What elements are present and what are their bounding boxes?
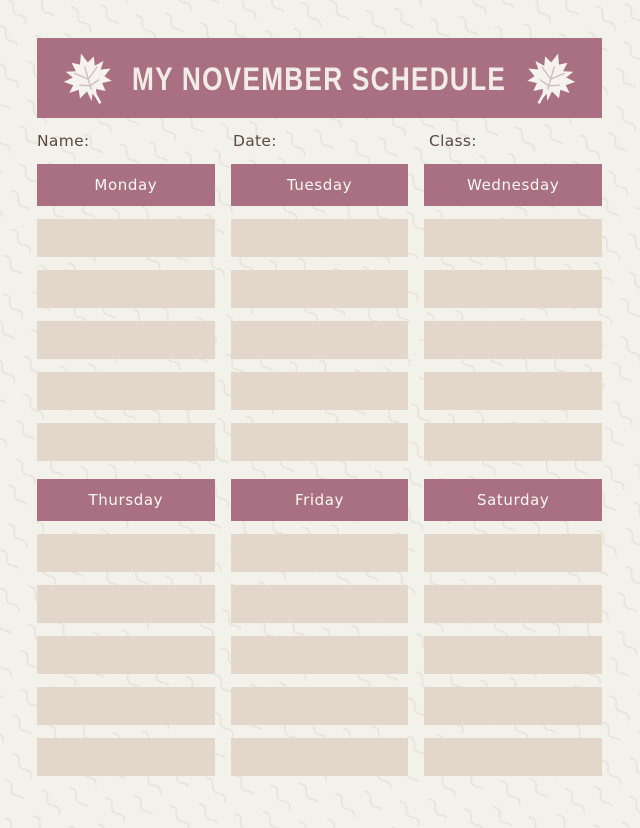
class-field-label[interactable]: Class: [429, 132, 602, 150]
schedule-slot[interactable] [230, 219, 409, 257]
schedule-slot[interactable] [37, 270, 215, 308]
schedule-slot[interactable] [424, 321, 603, 359]
maple-leaf-icon [527, 53, 576, 104]
day-header-monday: Monday [37, 164, 215, 206]
schedule-slot[interactable] [230, 585, 409, 623]
schedule-slot[interactable] [37, 423, 215, 461]
day-column-wednesday: Wednesday [424, 164, 603, 461]
day-header-label: Friday [294, 490, 345, 509]
schedule-slot[interactable] [424, 423, 603, 461]
day-column-tuesday: Tuesday [230, 164, 409, 461]
schedule-slot[interactable] [424, 687, 603, 725]
day-header-thursday: Thursday [37, 479, 215, 521]
day-header-label: Tuesday [286, 175, 353, 194]
schedule-slot[interactable] [230, 423, 409, 461]
schedule-slot[interactable] [230, 321, 409, 359]
schedule-slot[interactable] [424, 636, 603, 674]
schedule-slot[interactable] [424, 219, 603, 257]
schedule-slot[interactable] [37, 636, 215, 674]
schedule-slot[interactable] [424, 585, 603, 623]
name-field-label[interactable]: Name: [37, 132, 233, 150]
day-header-label: Wednesday [467, 175, 560, 194]
day-column-thursday: Thursday [37, 479, 215, 776]
schedule-slot[interactable] [37, 687, 215, 725]
info-row: Name: Date: Class: [37, 118, 602, 164]
day-header-wednesday: Wednesday [424, 164, 603, 206]
day-column-friday: Friday [230, 479, 409, 776]
schedule-slot[interactable] [230, 738, 409, 776]
schedule-slot[interactable] [230, 534, 409, 572]
schedule-slot[interactable] [230, 636, 409, 674]
schedule-slot[interactable] [37, 585, 215, 623]
day-header-tuesday: Tuesday [230, 164, 409, 206]
schedule-slot[interactable] [37, 738, 215, 776]
schedule-slot[interactable] [424, 534, 603, 572]
schedule-slot[interactable] [37, 372, 215, 410]
day-header-label: Monday [94, 175, 158, 194]
schedule-slot[interactable] [424, 270, 603, 308]
day-column-saturday: Saturday [424, 479, 603, 776]
schedule-slot[interactable] [37, 321, 215, 359]
day-column-monday: Monday [37, 164, 215, 461]
schedule-section-1: Monday Tuesday Wednesday [37, 164, 603, 461]
schedule-slot[interactable] [230, 372, 409, 410]
schedule-slot[interactable] [424, 738, 603, 776]
schedule-slot[interactable] [230, 687, 409, 725]
schedule-slot[interactable] [37, 534, 215, 572]
title-banner: MY NOVEMBER SCHEDULE [37, 38, 602, 118]
day-header-friday: Friday [230, 479, 409, 521]
day-header-saturday: Saturday [424, 479, 603, 521]
day-header-label: Thursday [88, 490, 164, 509]
date-field-label[interactable]: Date: [233, 132, 429, 150]
schedule-slot[interactable] [424, 372, 603, 410]
schedule-section-2: Thursday Friday Saturday [37, 479, 603, 776]
schedule-slot[interactable] [230, 270, 409, 308]
page-title: MY NOVEMBER SCHEDULE [132, 61, 507, 97]
maple-leaf-icon [63, 53, 112, 104]
day-header-label: Saturday [476, 490, 550, 509]
schedule-page: MY NOVEMBER SCHEDULE Name: Date: Class: [0, 0, 640, 828]
schedule-slot[interactable] [37, 219, 215, 257]
